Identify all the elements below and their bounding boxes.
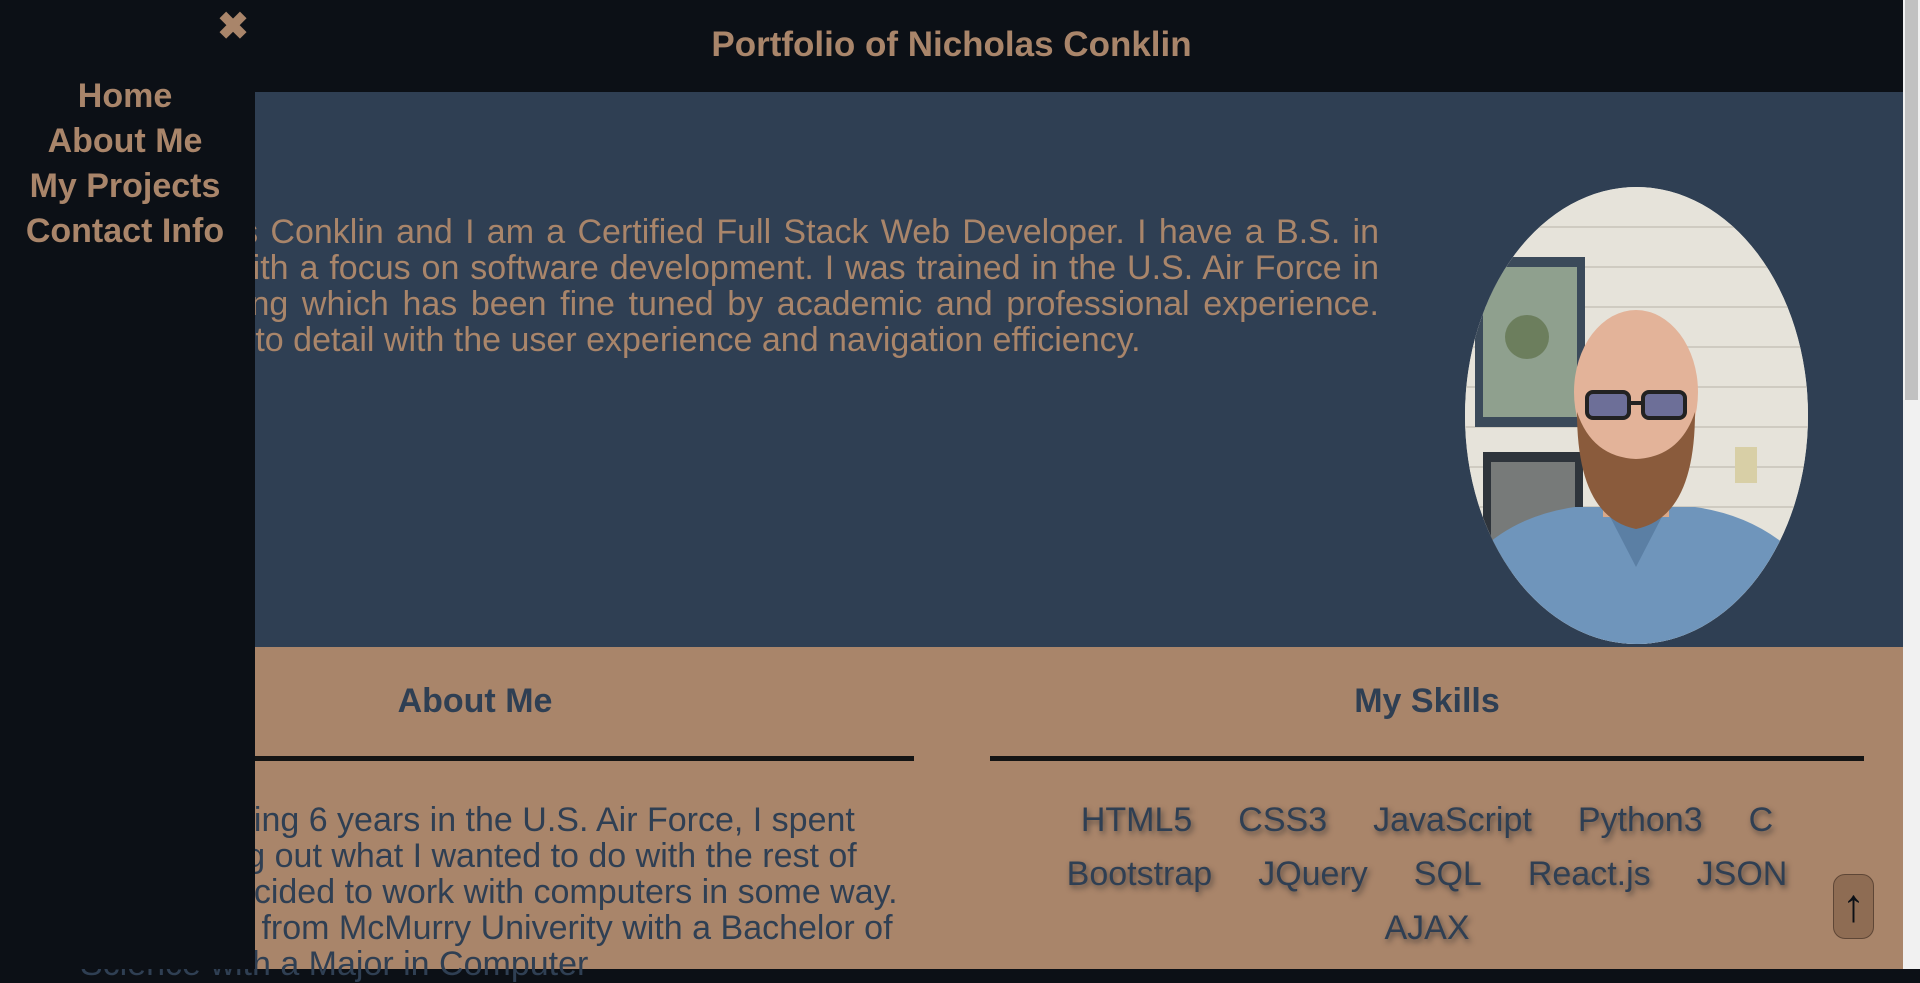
hero-section: My name is Nicholas Conklin and I am a C… [0, 92, 1903, 647]
skill-item: Python3 [1577, 801, 1703, 839]
profile-photo [1465, 187, 1808, 644]
skill-item: HTML5 [1080, 801, 1193, 839]
skill-item: AJAX [1384, 909, 1470, 947]
nav-item-contact-info[interactable]: Contact Info [0, 209, 250, 254]
my-skills-heading: My Skills [1354, 682, 1500, 720]
skills-divider [990, 756, 1864, 761]
skills-list: HTML5 CSS3 JavaScript Python3 C Bootstra… [1015, 802, 1839, 946]
skill-item: React.js [1527, 855, 1651, 893]
skill-item: JavaScript [1373, 801, 1532, 839]
back-to-top-button[interactable]: ↑ [1833, 874, 1874, 939]
nav-item-my-projects[interactable]: My Projects [0, 164, 250, 209]
page-title: Portfolio of Nicholas Conklin [711, 25, 1192, 64]
skill-item: JQuery [1258, 855, 1368, 893]
nav-menu: Home About Me My Projects Contact Info [0, 74, 250, 254]
skill-item: C [1748, 801, 1774, 839]
side-navigation: ✖ Home About Me My Projects Contact Info [0, 0, 255, 969]
arrow-up-icon: ↑ [1842, 879, 1865, 931]
page-header: Portfolio of Nicholas Conklin [0, 0, 1903, 92]
close-icon[interactable]: ✖ [215, 7, 251, 47]
nav-item-about-me[interactable]: About Me [0, 119, 250, 164]
vertical-scrollbar[interactable] [1903, 0, 1920, 969]
about-skills-section: About Me After spending 6 years in the U… [0, 647, 1903, 982]
scrollbar-thumb[interactable] [1905, 0, 1918, 400]
about-me-heading: About Me [397, 682, 553, 720]
skill-item: Bootstrap [1066, 855, 1213, 893]
skill-item: CSS3 [1238, 801, 1328, 839]
nav-item-home[interactable]: Home [0, 74, 250, 119]
skill-item: SQL [1413, 855, 1482, 893]
about-divider [250, 756, 914, 761]
skill-item: JSON [1696, 855, 1788, 893]
